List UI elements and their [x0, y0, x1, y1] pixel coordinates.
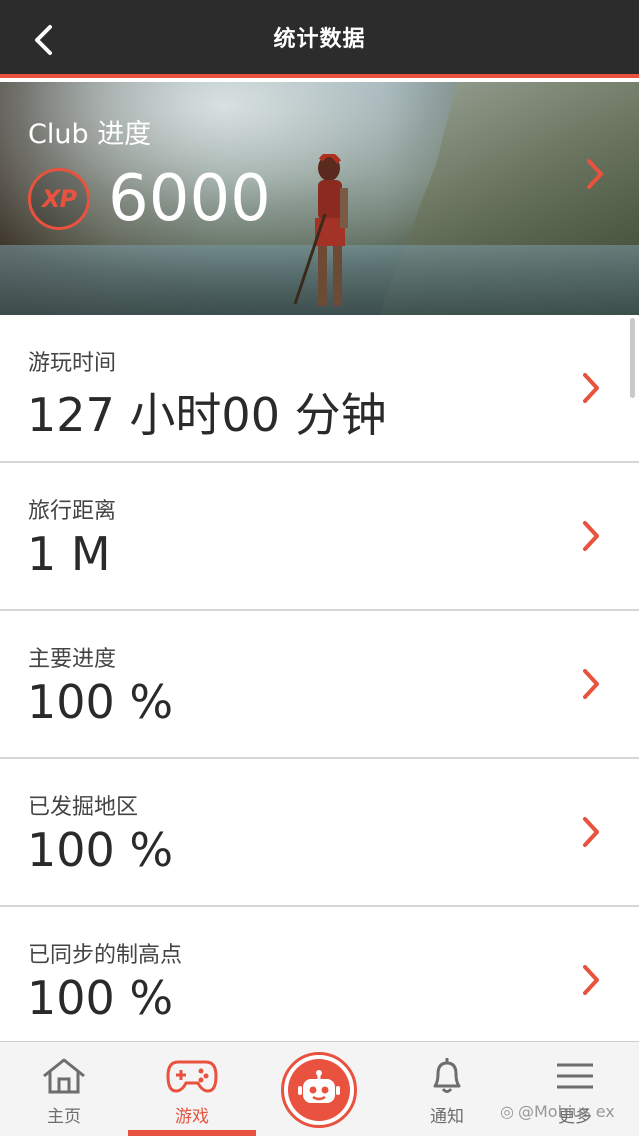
xp-row: XP 6000	[28, 164, 271, 234]
watermark-text: @Mobius ex	[517, 1102, 615, 1121]
stat-row-playtime[interactable]: 游玩时间 127 小时00 分钟	[0, 315, 639, 463]
stat-row-main-progress[interactable]: 主要进度 100 %	[0, 611, 639, 759]
stat-label: 旅行距离	[28, 499, 117, 524]
chevron-right-icon	[583, 965, 599, 995]
nav-active-indicator	[128, 1130, 256, 1136]
stat-row-distance[interactable]: 旅行距离 1 M	[0, 463, 639, 611]
chevron-right-icon	[583, 373, 599, 403]
app-root: 统计数据 Club 进度 XP 6000 游玩时间 127 小时00 分钟 旅行…	[0, 0, 639, 1136]
xp-value: 6000	[108, 162, 271, 236]
stat-row-regions-discovered[interactable]: 已发掘地区 100 %	[0, 759, 639, 907]
home-icon	[41, 1056, 87, 1096]
stat-value: 100 %	[27, 971, 174, 1025]
assistant-button[interactable]	[281, 1052, 357, 1128]
club-progress-label: Club 进度	[28, 119, 152, 150]
gamepad-icon	[166, 1056, 218, 1096]
club-progress-banner[interactable]: Club 进度 XP 6000	[0, 82, 639, 315]
scrollbar[interactable]	[630, 318, 635, 398]
nav-home-label: 主页	[47, 1107, 81, 1127]
warrior-artwork	[293, 154, 348, 306]
stat-label: 已发掘地区	[28, 795, 139, 820]
xp-badge-text: XP	[41, 185, 77, 213]
bottom-nav: 主页 游戏 通知 更多	[0, 1041, 639, 1136]
weibo-icon: ◎	[500, 1102, 514, 1121]
stat-value: 127 小时00 分钟	[27, 388, 387, 442]
nav-games-label: 游戏	[175, 1107, 209, 1127]
bell-icon	[427, 1056, 467, 1096]
robot-icon	[288, 1059, 350, 1121]
stats-list[interactable]: 游玩时间 127 小时00 分钟 旅行距离 1 M 主要进度 100 % 已发掘…	[0, 315, 639, 1041]
back-button[interactable]	[26, 20, 60, 60]
stat-value: 1 M	[27, 527, 111, 581]
stat-row-viewpoints-synced[interactable]: 已同步的制高点 100 %	[0, 907, 639, 1041]
stat-label: 已同步的制高点	[28, 943, 183, 968]
top-bar: 统计数据	[0, 0, 639, 78]
watermark: ◎ @Mobius ex	[500, 1102, 615, 1121]
nav-games[interactable]: 游戏	[128, 1042, 256, 1136]
nav-notifications-label: 通知	[430, 1107, 464, 1127]
chevron-right-icon	[587, 159, 603, 189]
xp-icon: XP	[28, 168, 90, 230]
stat-value: 100 %	[27, 675, 174, 729]
stat-value: 100 %	[27, 823, 174, 877]
nav-more[interactable]: 更多	[511, 1042, 639, 1136]
chevron-right-icon	[583, 521, 599, 551]
stat-label: 游玩时间	[28, 351, 117, 376]
page-title: 统计数据	[273, 27, 366, 52]
nav-notifications[interactable]: 通知	[383, 1042, 511, 1136]
stat-label: 主要进度	[28, 647, 117, 672]
chevron-right-icon	[583, 669, 599, 699]
menu-icon	[555, 1056, 595, 1096]
chevron-left-icon	[35, 25, 52, 55]
nav-home[interactable]: 主页	[0, 1042, 128, 1136]
chevron-right-icon	[583, 817, 599, 847]
